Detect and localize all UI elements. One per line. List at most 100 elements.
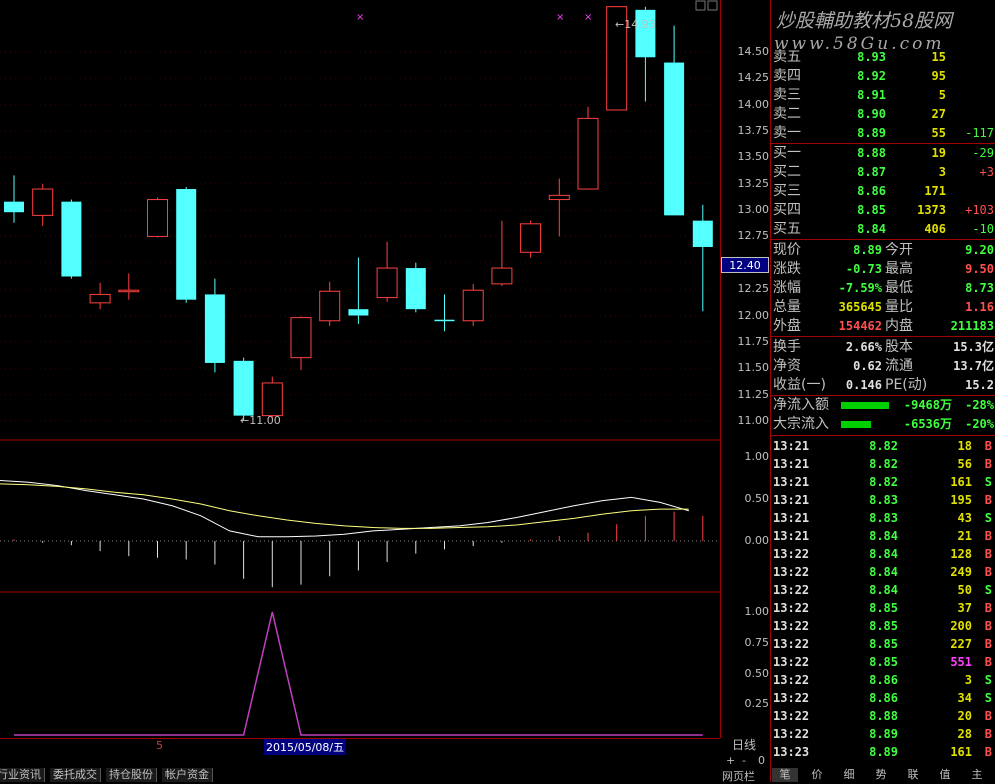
tick-price: 8.85 [869,601,898,615]
quote-tab[interactable]: 笔 [772,768,798,782]
order-book-row[interactable]: 卖四 8.92 95 [771,67,995,86]
tick-time: 13:22 [773,709,810,723]
candle [405,262,426,313]
tick-volume: 249 [950,565,972,579]
window-controls[interactable] [695,0,718,11]
quote-tab[interactable]: 主 [964,768,990,782]
stat-label: 股本 [885,339,913,355]
candle [462,283,484,327]
bottom-bar: 5 2015/05/08/五 日线 + - 0 行业资讯 委托成交 持仓股份 帐户资金… [0,736,770,783]
tick-row: 13:22 8.86 3 S [771,671,995,689]
price-tick-label: 11.00 [737,413,770,427]
dea-line [0,483,689,529]
tick-price: 8.89 [869,727,898,741]
order-book-row[interactable]: 卖一 8.89 55 -117 [771,124,995,143]
tick-price: 8.83 [869,511,898,525]
order-book-row[interactable]: 卖三 8.91 5 [771,86,995,105]
order-book-row[interactable]: 买四 8.85 1373 +103 [771,201,995,220]
tick-volume: 34 [957,691,972,705]
stat-label: 内盘 [885,318,913,334]
candle [89,282,111,310]
tick-row: 13:22 8.85 227 B [771,635,995,653]
zoom-value: 0 [758,754,765,767]
tick-price: 8.84 [869,565,898,579]
order-book-change: -29 [972,146,994,160]
tick-volume: 551 [950,655,972,669]
tick-volume: 50 [957,583,972,597]
bottom-tab[interactable]: 行业资讯 [0,768,45,782]
price-tick-label: 14.00 [737,97,770,111]
order-book-volume: 19 [931,146,946,160]
tick-price: 8.85 [869,619,898,633]
stat-label: 净资 [773,358,801,374]
candle [147,197,168,238]
price-tick-label: 11.75 [737,334,770,348]
order-book-row[interactable]: 买二 8.87 3 +3 [771,163,995,182]
stat-value: 2.66% [845,340,882,354]
bottom-tab[interactable]: 帐户资金 [162,768,213,782]
bottom-tab[interactable]: 持仓股份 [106,768,157,782]
divider [771,239,995,240]
candle [692,204,713,312]
tick-side: S [984,583,992,597]
tick-price: 8.84 [869,547,898,561]
tick-volume: 56 [957,457,972,471]
tick-price: 8.86 [869,673,898,687]
high-price-label: ←14.93 [615,18,656,31]
order-book-level: 卖五 [773,49,801,65]
stat-row: 收益(一) 0.146 PE(动) 15.2 [771,376,995,395]
tick-time: 13:22 [773,655,810,669]
zoom-plus-button[interactable]: + [726,754,735,767]
indicator-tick-label: 0.25 [744,697,770,711]
quote-tab[interactable]: 值 [932,768,958,782]
order-book-row[interactable]: 卖五 8.93 15 [771,48,995,67]
price-tick-label: 11.50 [737,361,770,375]
period-label[interactable]: 日线 [732,736,756,753]
zoom-minus-button[interactable]: - [742,754,746,767]
flow-row: 大宗流入 -6536万 -20% [771,415,995,434]
stat-row: 换手 2.66% 股本 15.3亿 [771,338,995,357]
quote-tab[interactable]: 价 [804,768,830,782]
order-book-volume: 406 [924,222,946,236]
tick-time: 13:21 [773,493,810,507]
tick-time: 13:22 [773,691,810,705]
tick-side: B [984,529,992,543]
order-book-price: 8.90 [857,107,886,121]
stat-value: 154462 [838,319,882,333]
quote-tab[interactable]: 联 [900,768,926,782]
order-book-row[interactable]: 买一 8.88 19 -29 [771,144,995,163]
stat-label: PE(动) [885,377,928,393]
candle [261,376,283,418]
quote-tab[interactable]: 细 [836,768,862,782]
tick-volume: 18 [957,439,972,453]
kline-chart[interactable]: ←11.00 ←14.93 × × × [0,0,720,738]
stat-value: 8.89 [853,243,882,257]
candle [548,178,570,237]
candle [491,220,513,286]
flow-value: -6536万 [903,417,952,431]
order-book-row[interactable]: 卖二 8.90 27 [771,105,995,124]
dif-line [0,480,689,538]
order-book-price: 8.91 [857,88,886,102]
order-book-row[interactable]: 买三 8.86 171 [771,182,995,201]
order-book-row[interactable]: 买五 8.84 406 -10 [771,220,995,239]
bottom-tab[interactable]: 委托成交 [50,768,101,782]
divider [771,336,995,337]
stat-value: -0.73 [845,262,882,276]
quote-tab[interactable]: 势 [868,768,894,782]
order-book-volume: 3 [938,165,946,179]
tick-time: 13:22 [773,727,810,741]
stat-label: 流通 [885,358,913,374]
macd-tick-label: 1.00 [744,450,770,463]
stat-row: 总量 365645 量比 1.16 [771,298,995,317]
tick-time: 13:22 [773,565,810,579]
flow-label: 净流入额 [773,397,829,413]
tick-price: 8.86 [869,691,898,705]
candle [434,294,455,332]
tick-price: 8.84 [869,529,898,543]
order-book-level: 卖二 [773,106,801,122]
flow-bar [841,402,889,409]
stat-label: 涨跌 [773,261,801,277]
stat-label: 收益(一) [773,377,826,393]
tick-row: 13:22 8.88 20 B [771,707,995,725]
